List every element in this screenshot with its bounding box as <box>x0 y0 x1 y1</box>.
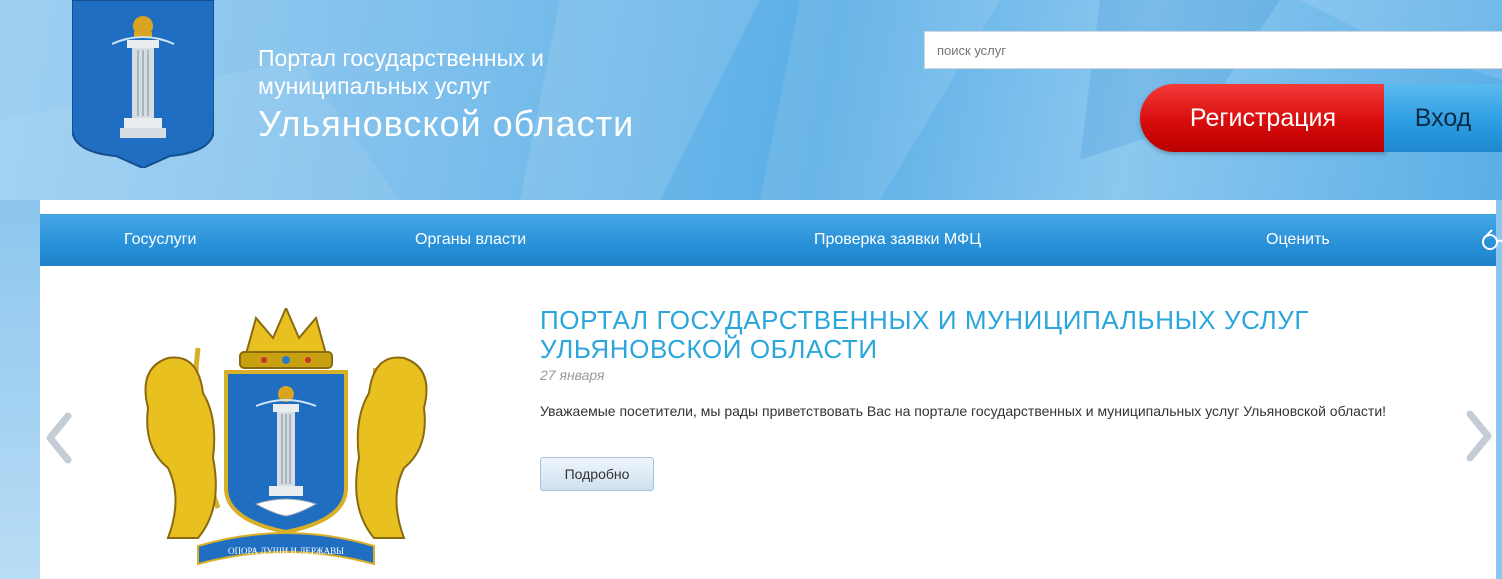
login-button[interactable]: Вход <box>1384 84 1502 152</box>
nav-item-rate[interactable]: Оценить <box>1266 214 1330 266</box>
nav-item-authorities[interactable]: Органы власти <box>415 214 526 266</box>
emblem-motto: ОПОРА ДУШИ И ДЕРЖАВЫ <box>228 546 344 556</box>
left-frame-border <box>0 200 40 579</box>
nav-item-gosuslugi[interactable]: Госуслуги <box>124 214 196 266</box>
slide-text: Уважаемые посетители, мы рады приветство… <box>540 403 1387 419</box>
search-input[interactable] <box>935 41 1502 59</box>
more-button[interactable]: Подробно <box>540 457 654 491</box>
shield-logo-icon[interactable] <box>72 0 214 168</box>
glasses-icon[interactable] <box>1480 228 1502 252</box>
title-line-3: Ульяновской области <box>258 103 635 144</box>
register-button[interactable]: Регистрация <box>1140 84 1386 152</box>
chevron-right-icon[interactable] <box>1464 410 1494 462</box>
main-nav: Госуслуги Органы власти Проверка заявки … <box>40 214 1502 266</box>
right-frame-border <box>1496 200 1502 579</box>
search-box[interactable] <box>924 31 1502 69</box>
coat-of-arms-icon: ОПОРА ДУШИ И ДЕРЖАВЫ <box>144 308 428 566</box>
chevron-left-icon[interactable] <box>44 412 74 464</box>
title-line-1: Портал государственных и <box>258 45 544 71</box>
portal-title[interactable]: Портал государственных и муниципальных у… <box>258 44 634 148</box>
title-line-2: муниципальных услуг <box>258 73 491 99</box>
slide-date: 27 января <box>540 367 605 383</box>
nav-item-mfc-check[interactable]: Проверка заявки МФЦ <box>814 214 981 266</box>
slide-headline: ПОРТАЛ ГОСУДАРСТВЕННЫХ И МУНИЦИПАЛЬНЫХ У… <box>540 305 1310 364</box>
site-header: Портал государственных и муниципальных у… <box>0 0 1502 200</box>
